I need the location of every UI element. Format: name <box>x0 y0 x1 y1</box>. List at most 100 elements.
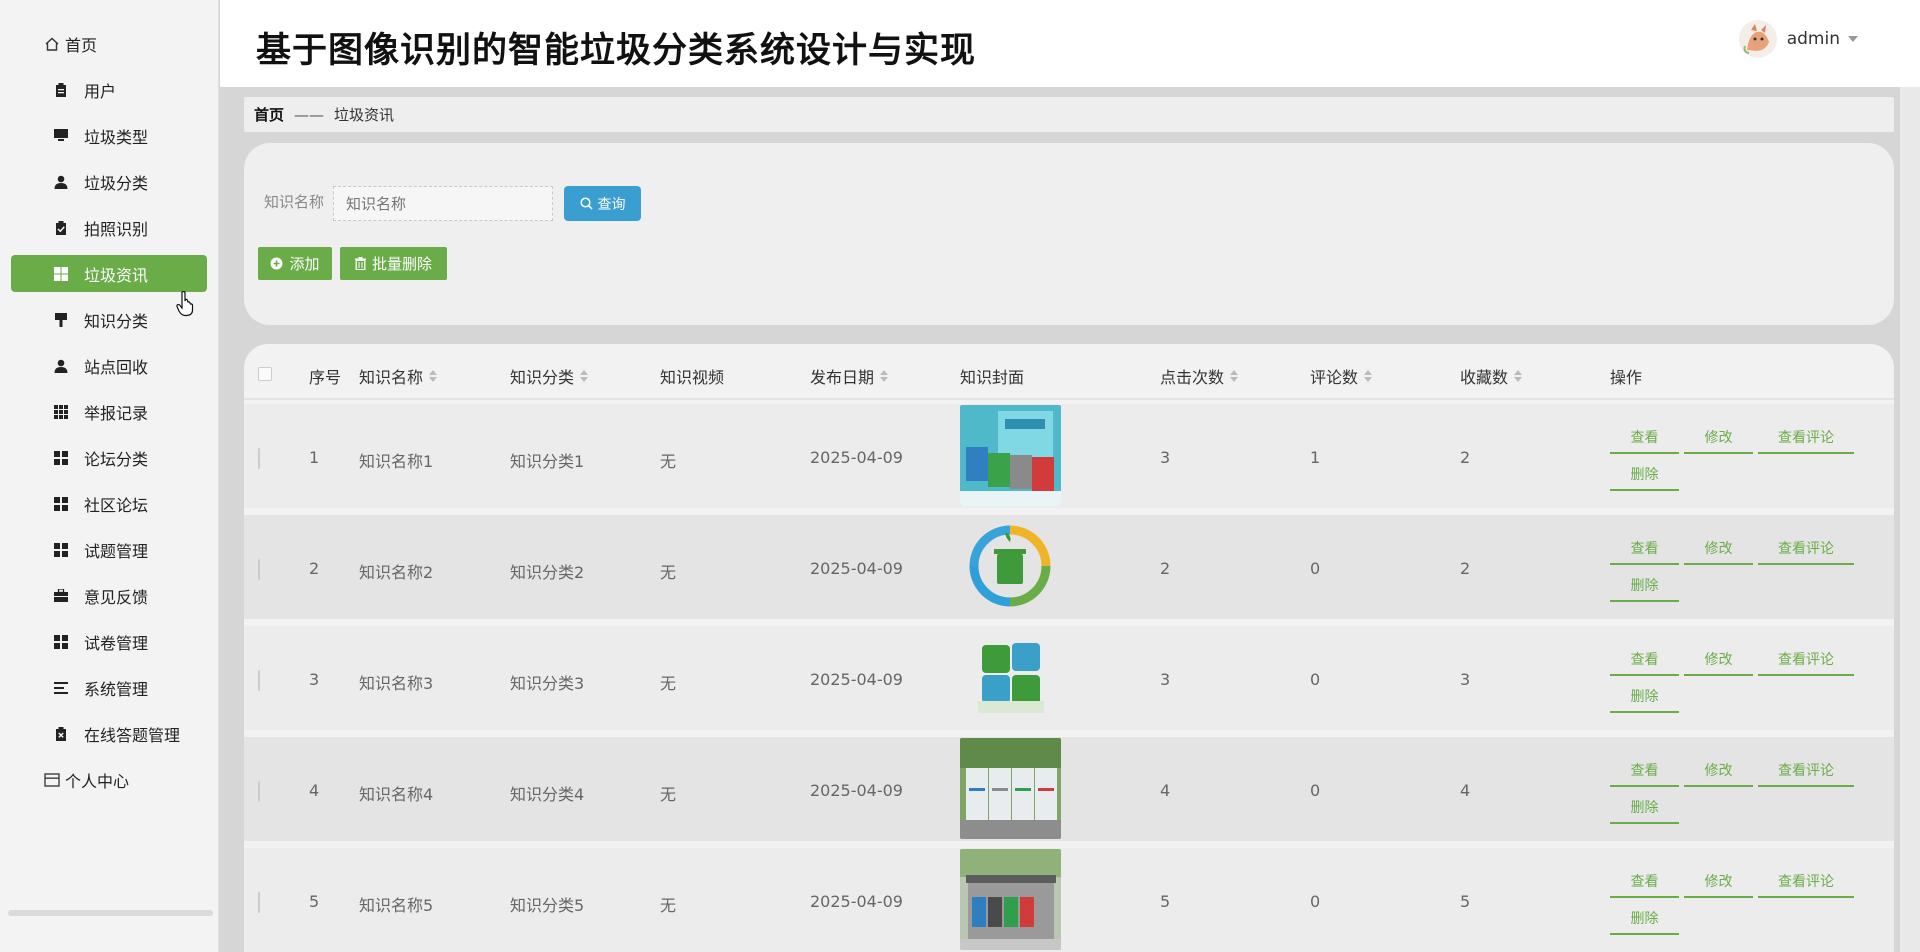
column-header-category[interactable]: 知识分类 <box>510 364 589 388</box>
breadcrumb-home[interactable]: 首页 <box>254 104 284 125</box>
row-checkbox[interactable] <box>258 781 260 802</box>
sidebar-item-garbage-news[interactable]: 垃圾资讯 <box>11 255 207 292</box>
view-button[interactable]: 查看 <box>1610 424 1679 454</box>
sidebar-item-label: 系统管理 <box>84 679 149 699</box>
sidebar-item-system-management[interactable]: 系统管理 <box>11 669 207 706</box>
sort-icon[interactable] <box>880 370 889 382</box>
cell-name: 知识名称3 <box>359 674 434 693</box>
row-checkbox[interactable] <box>258 892 260 913</box>
column-header-favorites[interactable]: 收藏数 <box>1460 364 1523 388</box>
cell-favorites: 5 <box>1460 892 1471 911</box>
cell-no: 4 <box>309 781 320 800</box>
person-icon <box>52 357 70 375</box>
sidebar-item-online-quiz[interactable]: 在线答题管理 <box>11 715 207 752</box>
delete-button[interactable]: 删除 <box>1610 905 1679 935</box>
view-button[interactable]: 查看 <box>1610 757 1679 787</box>
sidebar-item-label: 垃圾资讯 <box>84 265 149 285</box>
column-header-comments[interactable]: 评论数 <box>1310 364 1373 388</box>
column-header-label: 知识名称 <box>359 368 424 387</box>
sort-icon[interactable] <box>1230 370 1239 382</box>
sidebar-item-users[interactable]: 用户 <box>11 71 207 108</box>
view-comments-button[interactable]: 查看评论 <box>1758 757 1854 787</box>
sort-icon[interactable] <box>429 370 438 382</box>
cover-image[interactable] <box>960 405 1061 506</box>
view-button[interactable]: 查看 <box>1610 868 1679 898</box>
sidebar-scrollbar[interactable] <box>8 910 213 916</box>
view-button[interactable]: 查看 <box>1610 535 1679 565</box>
view-button[interactable]: 查看 <box>1610 646 1679 676</box>
user-menu[interactable]: admin <box>1738 20 1858 58</box>
sidebar-item-recycle-station[interactable]: 站点回收 <box>11 347 207 384</box>
sidebar-item-photo-recognition[interactable]: 拍照识别 <box>11 209 207 246</box>
select-all-checkbox[interactable] <box>258 367 272 381</box>
monitor-icon <box>52 127 70 145</box>
sidebar-item-report-records[interactable]: 举报记录 <box>11 393 207 430</box>
sidebar-item-personal-center[interactable]: 个人中心 <box>11 761 207 798</box>
edit-button[interactable]: 修改 <box>1684 535 1753 565</box>
sidebar-item-label: 用户 <box>84 81 117 101</box>
view-comments-button[interactable]: 查看评论 <box>1758 868 1854 898</box>
edit-button[interactable]: 修改 <box>1684 868 1753 898</box>
search-panel: 知识名称 查询 添加 批量删除 <box>244 143 1894 325</box>
sidebar-item-home[interactable]: 首页 <box>11 25 207 62</box>
sidebar-item-label: 社区论坛 <box>84 495 149 515</box>
cover-image[interactable] <box>960 849 1061 950</box>
sort-icon[interactable] <box>1364 370 1373 382</box>
search-label: 知识名称 <box>264 193 325 211</box>
row-checkbox[interactable] <box>258 448 260 469</box>
sort-icon[interactable] <box>580 370 589 382</box>
edit-button[interactable]: 修改 <box>1684 424 1753 454</box>
sidebar-item-community-forum[interactable]: 社区论坛 <box>11 485 207 522</box>
cell-no: 5 <box>309 892 320 911</box>
edit-button[interactable]: 修改 <box>1684 646 1753 676</box>
sidebar-item-label: 论坛分类 <box>84 449 149 469</box>
sidebar-item-garbage-type[interactable]: 垃圾类型 <box>11 117 207 154</box>
row-checkbox[interactable] <box>258 670 260 691</box>
batch-delete-button[interactable]: 批量删除 <box>340 247 447 280</box>
view-comments-button[interactable]: 查看评论 <box>1758 646 1854 676</box>
table-header: 序号 知识名称 知识分类 知识视频 发布日期 知识封面 点击次数 评论数 收藏数… <box>244 344 1894 400</box>
cell-date: 2025-04-09 <box>810 892 903 911</box>
delete-button[interactable]: 删除 <box>1610 794 1679 824</box>
cell-name: 知识名称1 <box>359 452 434 471</box>
cell-name: 知识名称2 <box>359 563 434 582</box>
cover-image[interactable] <box>960 738 1061 839</box>
add-button[interactable]: 添加 <box>258 247 332 280</box>
checkbox[interactable] <box>258 367 272 381</box>
search-input[interactable] <box>333 186 553 221</box>
view-comments-button[interactable]: 查看评论 <box>1758 424 1854 454</box>
table-row: 1 知识名称1 知识分类1 无 2025-04-09 3 1 2 查看 修改 查… <box>244 404 1894 508</box>
sidebar-item-garbage-category[interactable]: 垃圾分类 <box>11 163 207 200</box>
sort-icon[interactable] <box>1514 370 1523 382</box>
column-header-name[interactable]: 知识名称 <box>359 364 438 388</box>
view-comments-button[interactable]: 查看评论 <box>1758 535 1854 565</box>
delete-button[interactable]: 删除 <box>1610 683 1679 713</box>
grid-icon <box>52 265 70 283</box>
main-scrollbar[interactable] <box>1900 87 1920 952</box>
cover-image[interactable] <box>960 627 1061 728</box>
column-header-clicks[interactable]: 点击次数 <box>1160 364 1239 388</box>
table-row: 3 知识名称3 知识分类3 无 2025-04-09 3 0 3 查看 修改 查… <box>244 626 1894 730</box>
delete-button[interactable]: 删除 <box>1610 461 1679 491</box>
breadcrumb: 首页 —— 垃圾资讯 <box>244 97 1894 132</box>
cell-no: 1 <box>309 448 320 467</box>
sidebar-item-forum-category[interactable]: 论坛分类 <box>11 439 207 476</box>
column-header-label: 知识视频 <box>660 368 725 387</box>
column-header-date[interactable]: 发布日期 <box>810 364 889 388</box>
cover-image[interactable] <box>960 516 1061 617</box>
row-checkbox[interactable] <box>258 559 260 580</box>
edit-button[interactable]: 修改 <box>1684 757 1753 787</box>
cell-no: 3 <box>309 670 320 689</box>
sidebar-item-feedback[interactable]: 意见反馈 <box>11 577 207 614</box>
column-header-label: 操作 <box>1610 368 1643 387</box>
delete-button[interactable]: 删除 <box>1610 572 1679 602</box>
avatar[interactable] <box>1738 20 1777 58</box>
sidebar-item-question-management[interactable]: 试题管理 <box>11 531 207 568</box>
search-button[interactable]: 查询 <box>564 186 641 221</box>
sidebar-item-exam-paper[interactable]: 试卷管理 <box>11 623 207 660</box>
page-title: 基于图像识别的智能垃圾分类系统设计与实现 <box>256 31 977 71</box>
sidebar: 首页 用户 垃圾类型 垃圾分类 拍照识别 垃圾资讯 知识分类 站点回收 举报记录… <box>0 0 219 952</box>
cell-comments: 0 <box>1310 781 1321 800</box>
column-header-label: 发布日期 <box>810 368 875 387</box>
grid-icon <box>52 541 70 559</box>
